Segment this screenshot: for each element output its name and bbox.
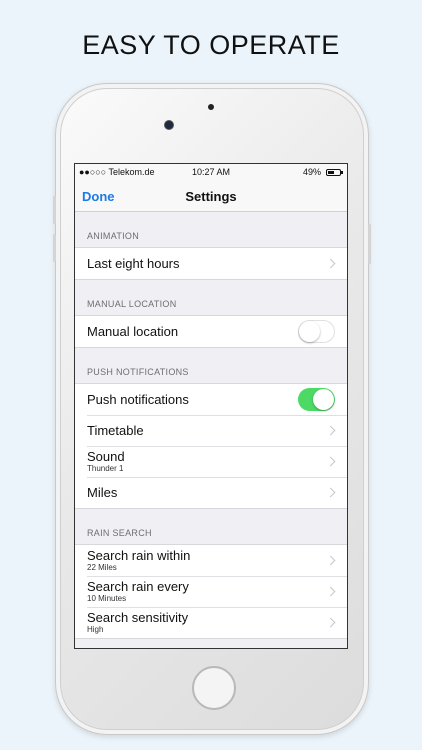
home-button[interactable] [192, 666, 236, 710]
rain-search-group: Search rain within 22 Miles Search rain … [75, 544, 347, 639]
sound-row[interactable]: Sound Thunder 1 [75, 446, 347, 477]
row-subtitle: 10 Minutes [87, 594, 127, 603]
search-rain-every-row[interactable]: Search rain every 10 Minutes [75, 576, 347, 607]
section-header-rain-search: RAIN SEARCH [87, 528, 152, 538]
front-camera [164, 120, 174, 130]
battery-percent: 49% [302, 167, 321, 177]
speaker [208, 104, 214, 110]
promo-headline: EASY TO OPERATE [82, 30, 340, 60]
row-label: Timetable [87, 423, 144, 438]
row-label: Manual location [87, 324, 179, 339]
status-bar: ●●○○○ Telekom.de 10:27 AM 49% [75, 164, 347, 181]
power-button [368, 224, 371, 264]
chevron-right-icon [325, 555, 336, 566]
row-subtitle: High [87, 625, 104, 634]
manual-location-group: Manual location [75, 315, 347, 348]
chevron-right-icon [325, 617, 336, 628]
row-subtitle: Thunder 1 [87, 464, 124, 473]
navigation-bar: Done Settings [75, 181, 347, 212]
section-header-manual-location: MANUAL LOCATION [87, 299, 177, 309]
row-label: Search rain within [87, 548, 191, 563]
page-title: Settings [185, 189, 237, 204]
volume-button [53, 234, 56, 262]
search-rain-within-row[interactable]: Search rain within 22 Miles [75, 545, 347, 576]
phone-screen: ●●○○○ Telekom.de 10:27 AM 49% Done Setti… [74, 163, 348, 649]
row-label: Last eight hours [87, 256, 180, 271]
toggle-knob [313, 389, 334, 410]
row-label: Push notifications [87, 392, 189, 407]
manual-location-toggle[interactable] [298, 320, 335, 343]
section-header-animation: ANIMATION [87, 231, 140, 241]
chevron-right-icon [325, 586, 336, 597]
row-label: Miles [87, 485, 118, 500]
toggle-knob [299, 321, 320, 342]
push-notifications-row: Push notifications [75, 384, 347, 415]
chevron-right-icon [325, 258, 336, 269]
animation-group: Last eight hours [75, 247, 347, 280]
chevron-right-icon [325, 456, 336, 467]
push-notifications-group: Push notifications Timetable Sound Thund… [75, 383, 347, 509]
miles-row[interactable]: Miles [75, 477, 347, 508]
battery-icon [326, 169, 343, 176]
search-sensitivity-row[interactable]: Search sensitivity High [75, 607, 347, 638]
timetable-row[interactable]: Timetable [75, 415, 347, 446]
row-label: Search rain every [87, 579, 189, 594]
chevron-right-icon [325, 425, 336, 436]
push-notifications-toggle[interactable] [298, 388, 335, 411]
row-label: Search sensitivity [87, 610, 189, 625]
section-header-push-notifications: PUSH NOTIFICATIONS [87, 367, 189, 377]
volume-button [53, 196, 56, 224]
chevron-right-icon [325, 487, 336, 498]
manual-location-row: Manual location [75, 316, 347, 347]
row-label: Sound [87, 449, 125, 464]
row-subtitle: 22 Miles [87, 563, 117, 572]
last-eight-hours-row[interactable]: Last eight hours [75, 248, 347, 279]
